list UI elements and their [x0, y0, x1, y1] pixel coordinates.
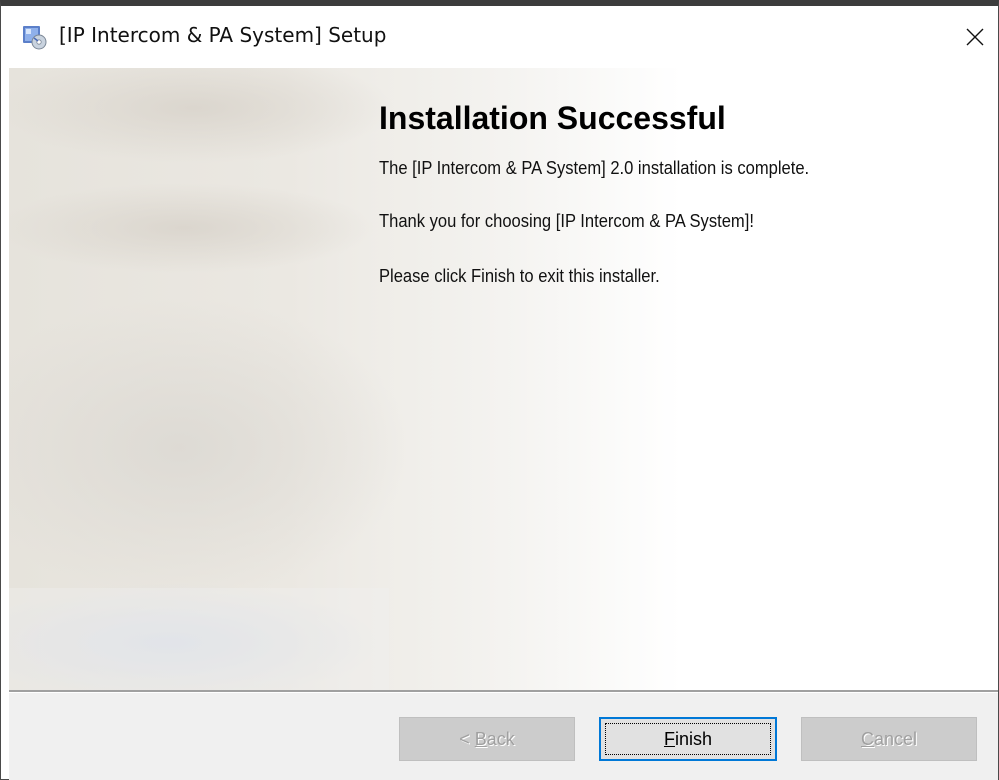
cancel-button-label: Cancel [860, 728, 918, 749]
thank-you-message: Thank you for choosing [IP Intercom & PA… [379, 211, 754, 231]
exit-instruction: Please click Finish to exit this install… [379, 266, 660, 286]
back-button-label: < Back [459, 728, 515, 749]
installer-app-icon [23, 26, 47, 50]
installer-window: [IP Intercom & PA System] Setup Installa… [0, 0, 999, 780]
close-button[interactable] [952, 6, 998, 68]
cancel-button[interactable]: Cancel [801, 717, 977, 761]
completion-message: The [IP Intercom & PA System] 2.0 instal… [379, 158, 810, 178]
content-panel: Installation Successful The [IP Intercom… [9, 68, 998, 690]
finish-button[interactable]: Finish [599, 717, 777, 761]
close-icon [966, 28, 984, 46]
window-title: [IP Intercom & PA System] Setup [59, 23, 387, 47]
title-bar[interactable]: [IP Intercom & PA System] Setup [1, 6, 998, 68]
focus-ring [605, 723, 771, 755]
back-button[interactable]: < Back [399, 717, 575, 761]
button-footer: < Back Finish Cancel [9, 693, 998, 780]
page-heading: Installation Successful [379, 100, 726, 136]
